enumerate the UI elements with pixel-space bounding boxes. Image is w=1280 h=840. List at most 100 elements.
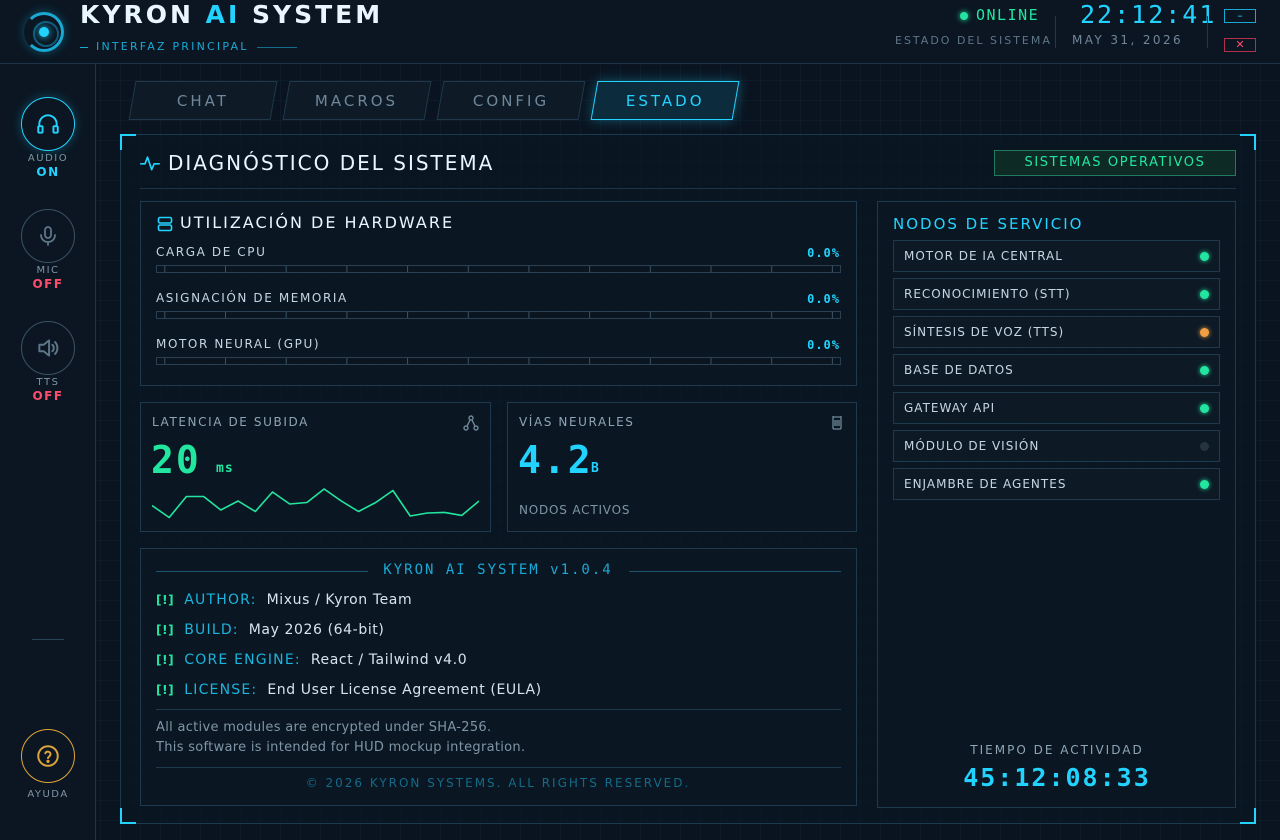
node-status-icon [1200, 442, 1209, 451]
node-status-icon [1200, 366, 1209, 375]
status-dot-icon [960, 11, 968, 20]
node-name: SÍNTESIS DE VOZ (TTS) [904, 325, 1065, 339]
page-title: DIAGNÓSTICO DEL SISTEMA [168, 151, 495, 175]
audio-label: AUDIO [27, 153, 69, 164]
node-status-icon [1200, 252, 1209, 261]
node-name: RECONOCIMIENTO (STT) [904, 287, 1071, 301]
tts-state: OFF [32, 389, 64, 403]
about-key: BUILD: [184, 622, 239, 638]
about-key: CORE ENGINE: [184, 652, 301, 668]
frame-corner [120, 134, 136, 150]
uptime-value: 45:12:08:33 [963, 763, 1151, 792]
node-row: GATEWAY API [893, 392, 1220, 424]
latency-unit: ms [216, 461, 234, 476]
app-title-part: SYSTEM [240, 0, 384, 29]
about-key: LICENSE: [184, 682, 258, 698]
app-title: KYRON AI SYSTEM [80, 0, 383, 30]
about-row-license: [!] LICENSE: End User License Agreement (E… [156, 682, 542, 698]
latency-sparkline [152, 488, 479, 519]
network-icon [463, 415, 479, 431]
app-subtitle: INTERFAZ PRINCIPAL [80, 40, 297, 53]
frame-corner [1240, 134, 1256, 150]
about-row-build: [!] BUILD: May 2026 (64-bit) [156, 622, 384, 638]
app-title-ai: AI [205, 0, 241, 29]
node-status-icon [1200, 480, 1209, 489]
about-value: React / Tailwind v4.0 [310, 652, 468, 668]
neural-label: VÍAS NEURALES [519, 415, 635, 429]
help-button[interactable] [21, 729, 75, 783]
nodes-title: NODOS DE SERVICIO [893, 215, 1084, 233]
clock-time: 22:12:41 [1080, 0, 1217, 29]
about-note: All active modules are encrypted under S… [156, 720, 492, 735]
tab-label: MACROS [315, 91, 399, 110]
node-name: BASE DE DATOS [904, 363, 1014, 377]
about-value: May 2026 (64-bit) [248, 622, 385, 638]
cpu-bar [156, 265, 841, 273]
node-row: ENJAMBRE DE AGENTES [893, 468, 1220, 500]
hardware-title: UTILIZACIÓN DE HARDWARE [180, 213, 455, 232]
about-divider [156, 767, 841, 768]
cpu-value: 0.0% [807, 246, 840, 260]
status-badge: SISTEMAS OPERATIVOS [994, 150, 1236, 176]
tts-toggle-button[interactable] [21, 321, 75, 375]
mic-toggle-button[interactable] [21, 209, 75, 263]
tab-estado[interactable]: ESTADO [590, 81, 740, 120]
node-row: RECONOCIMIENTO (STT) [893, 278, 1220, 310]
about-divider [156, 709, 841, 710]
status-indicator: ONLINE [960, 6, 1039, 24]
close-button[interactable]: ✕ [1224, 38, 1256, 52]
audio-state: ON [36, 165, 60, 179]
app-title-part: KYRON [80, 0, 206, 29]
copyright-text: © 2026 KYRON SYSTEMS. ALL RIGHTS RESERVE… [305, 776, 691, 790]
status-label: ESTADO DEL SISTEMA [895, 34, 1052, 47]
neural-value: 4.2 [518, 438, 593, 482]
audio-toggle-button[interactable] [21, 97, 75, 151]
cpu-label: CARGA DE CPU [156, 245, 267, 259]
node-status-icon [1200, 328, 1209, 337]
mic-label: MIC [36, 265, 60, 276]
help-icon [37, 745, 59, 767]
minimize-button[interactable]: – [1224, 9, 1256, 23]
neural-unit: B [591, 461, 600, 476]
latency-label: LATENCIA DE SUBIDA [152, 415, 309, 429]
header-divider [1207, 16, 1208, 48]
gpu-value: 0.0% [807, 338, 840, 352]
memory-value: 0.0% [807, 292, 840, 306]
tts-label: TTS [36, 377, 60, 388]
sidebar-divider [32, 639, 64, 640]
memory-bar [156, 311, 841, 319]
gpu-label: MOTOR NEURAL (GPU) [156, 337, 321, 351]
memory-label: ASIGNACIÓN DE MEMORIA [156, 291, 348, 305]
node-name: GATEWAY API [904, 401, 996, 415]
status-text: ONLINE [976, 6, 1040, 24]
about-key: AUTHOR: [184, 592, 257, 608]
microphone-icon [40, 226, 56, 246]
logo-icon [24, 12, 64, 52]
frame-corner [1240, 808, 1256, 824]
tab-macros[interactable]: MACROS [282, 81, 432, 120]
tab-label: CHAT [176, 91, 229, 110]
node-name: MOTOR DE IA CENTRAL [904, 249, 1063, 263]
node-row: MOTOR DE IA CENTRAL [893, 240, 1220, 272]
memory-chip-icon [832, 416, 842, 430]
tab-chat[interactable]: CHAT [128, 81, 278, 120]
tab-config[interactable]: CONFIG [436, 81, 586, 120]
sidebar [0, 64, 96, 840]
warning-tag: [!] [156, 653, 175, 667]
about-value: End User License Agreement (EULA) [267, 682, 542, 698]
warning-tag: [!] [156, 623, 175, 637]
latency-sparkline-path [152, 488, 479, 519]
server-icon [157, 216, 173, 232]
node-row: BASE DE DATOS [893, 354, 1220, 386]
node-name: MÓDULO DE VISIÓN [904, 439, 1040, 453]
title-divider [140, 188, 1236, 189]
node-row: MÓDULO DE VISIÓN [893, 430, 1220, 462]
gpu-bar [156, 357, 841, 365]
warning-tag: [!] [156, 683, 175, 697]
node-status-icon [1200, 404, 1209, 413]
tab-label: CONFIG [472, 91, 550, 110]
about-row-engine: [!] CORE ENGINE: React / Tailwind v4.0 [156, 652, 467, 668]
latency-value: 20 [151, 438, 201, 482]
header-divider [1055, 16, 1056, 48]
header-bar: KYRON AI SYSTEM INTERFAZ PRINCIPAL ONLIN… [0, 0, 1280, 64]
